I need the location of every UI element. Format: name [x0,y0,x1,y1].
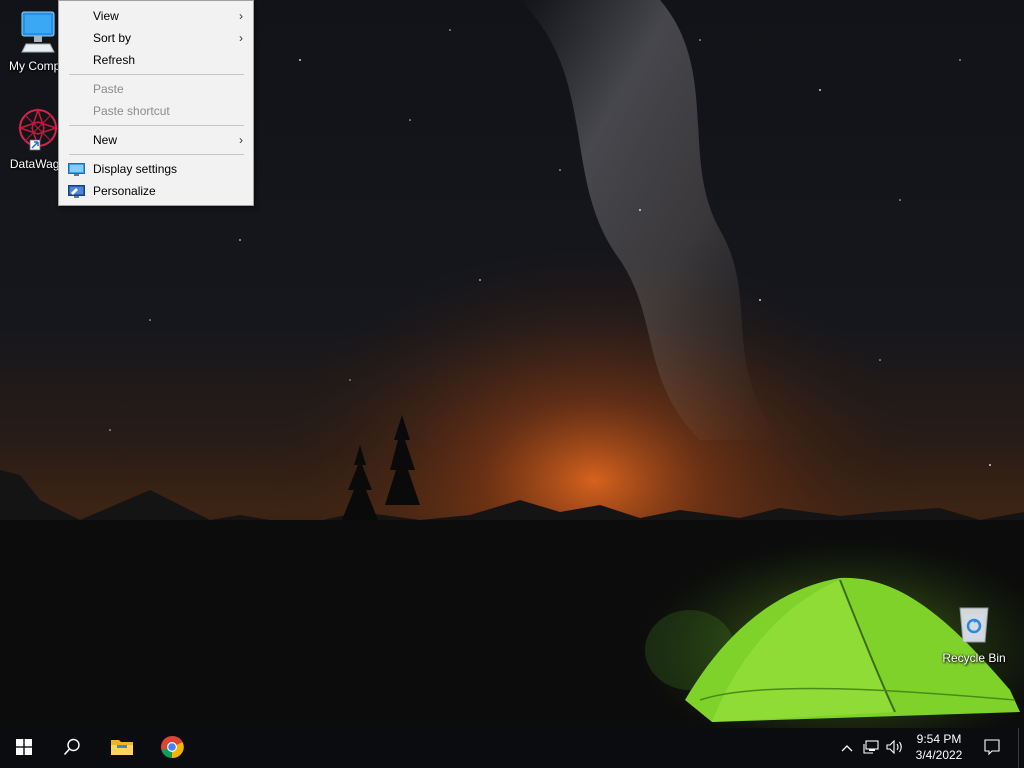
chevron-right-icon: › [239,9,243,23]
menu-item-label: Paste shortcut [93,104,170,118]
menu-item-label: Personalize [93,184,156,198]
chrome-button[interactable] [148,728,196,768]
menu-separator [69,154,244,155]
menu-item-paste: Paste [59,78,253,100]
search-button[interactable] [48,728,96,768]
clock-time: 9:54 PM [916,732,962,746]
network-button[interactable] [860,728,882,768]
menu-item-paste-shortcut: Paste shortcut [59,100,253,122]
start-button[interactable] [0,728,48,768]
recycle-bin-icon [936,602,1012,649]
desktop-context-menu: View › Sort by › Refresh Paste Paste sho… [58,0,254,206]
desktop-icon-label: Recycle Bin [942,651,1006,665]
menu-item-label: Display settings [93,162,178,176]
action-center-icon [984,738,1000,758]
menu-item-label: Refresh [93,53,136,67]
menu-item-label: Paste [93,82,124,96]
menu-item-new[interactable]: New › [59,129,253,151]
menu-item-label: Sort by [93,31,132,45]
desktop-icon-recycle-bin[interactable]: Recycle Bin [936,602,1012,665]
menu-item-label: New [93,133,118,147]
show-hidden-icons-button[interactable] [838,728,856,768]
menu-item-refresh[interactable]: Refresh [59,49,253,71]
chevron-right-icon: › [239,31,243,45]
menu-item-display-settings[interactable]: Display settings [59,158,253,180]
action-center-button[interactable] [978,728,1006,768]
volume-icon [886,739,904,757]
menu-separator [69,125,244,126]
start-icon [16,738,32,758]
chevron-up-icon [841,741,853,755]
show-desktop-button[interactable] [1018,728,1024,768]
clock-date: 3/4/2022 [915,748,963,762]
search-icon [63,738,81,759]
taskbar-clock[interactable]: 9:54 PM 3/4/2022 [908,731,970,763]
menu-item-view[interactable]: View › [59,5,253,27]
file-explorer-icon [110,737,134,760]
personalize-icon [68,184,85,198]
menu-separator [69,74,244,75]
menu-item-personalize[interactable]: Personalize [59,180,253,202]
menu-item-label: View [93,9,119,23]
taskbar: 9:54 PM 3/4/2022 [0,728,1024,768]
chevron-right-icon: › [239,133,243,147]
volume-button[interactable] [884,728,906,768]
file-explorer-button[interactable] [98,728,146,768]
menu-item-sort-by[interactable]: Sort by › [59,27,253,49]
network-icon [863,739,879,757]
display-settings-icon [68,162,85,176]
chrome-icon [160,735,184,762]
